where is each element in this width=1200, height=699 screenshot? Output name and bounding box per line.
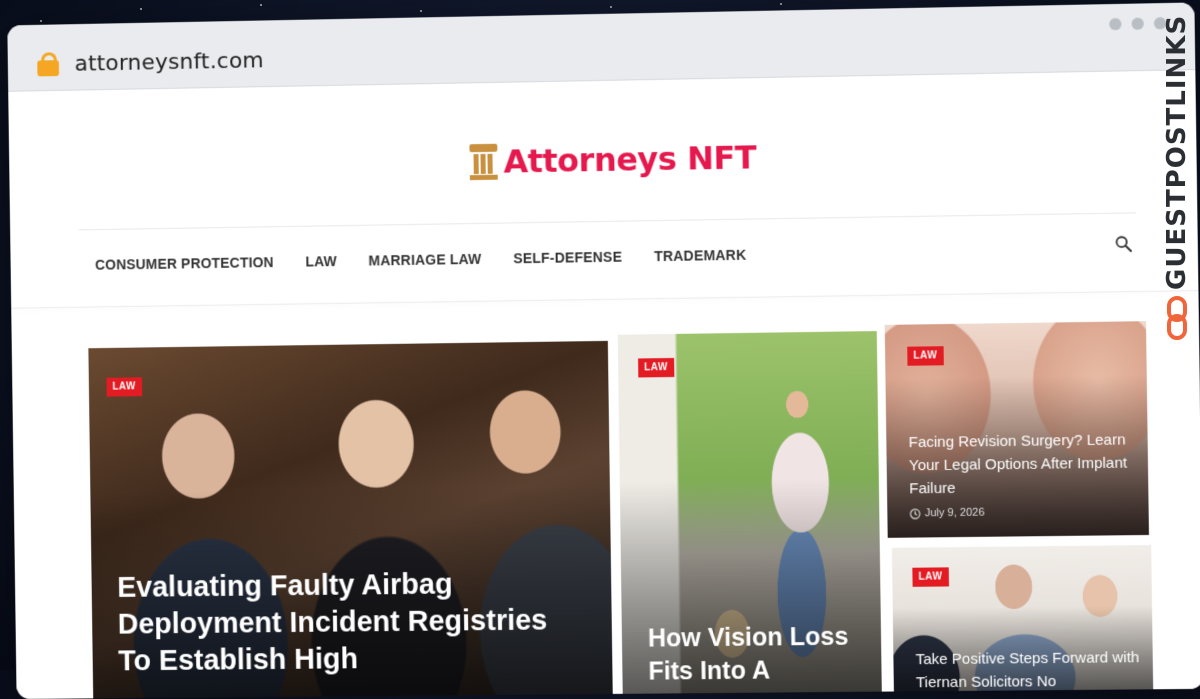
- pillar-icon: [469, 144, 497, 180]
- logo-text: Attorneys NFT: [503, 138, 756, 180]
- nav-item-self-defense[interactable]: SELF-DEFENSE: [513, 249, 622, 267]
- category-badge[interactable]: LAW: [907, 346, 943, 366]
- article-title[interactable]: Take Positive Steps Forward with Tiernan…: [915, 646, 1145, 694]
- category-badge[interactable]: LAW: [638, 358, 674, 378]
- article-title[interactable]: Facing Revision Surgery? Learn Your Lega…: [908, 428, 1134, 500]
- article-card[interactable]: LAW Facing Revision Surgery? Learn Your …: [885, 321, 1149, 538]
- featured-article-card[interactable]: LAW Evaluating Faulty Airbag Deployment …: [88, 341, 612, 699]
- browser-window: attorneysnft.com Attorneys NFT CONSUMER …: [7, 2, 1200, 699]
- window-dot-icon[interactable]: [1132, 18, 1144, 30]
- site-logo[interactable]: Attorneys NFT: [469, 138, 756, 181]
- link-chain-icon: [1166, 296, 1188, 340]
- nav-item-trademark[interactable]: TRADEMARK: [654, 247, 746, 264]
- watermark-text: GUESTPOSTLINKS: [1162, 15, 1192, 290]
- window-dot-icon[interactable]: [1109, 18, 1121, 30]
- article-title[interactable]: How Vision Loss Fits Into A: [648, 620, 870, 688]
- main-nav: CONSUMER PROTECTION LAW MARRIAGE LAW SEL…: [95, 247, 746, 273]
- article-title[interactable]: Evaluating Faulty Airbag Deployment Inci…: [117, 565, 584, 680]
- header-divider: [79, 212, 1136, 230]
- article-card[interactable]: LAW Take Positive Steps Forward with Tie…: [892, 545, 1153, 699]
- nav-item-law[interactable]: LAW: [305, 253, 337, 269]
- nav-item-marriage-law[interactable]: MARRIAGE LAW: [368, 251, 481, 269]
- category-badge[interactable]: LAW: [912, 567, 948, 586]
- article-date: July 9, 2026: [925, 507, 985, 520]
- article-card[interactable]: LAW How Vision Loss Fits Into A: [618, 331, 882, 699]
- clock-icon: [909, 508, 920, 519]
- search-icon[interactable]: [1114, 235, 1133, 253]
- nav-item-consumer-protection[interactable]: CONSUMER PROTECTION: [95, 254, 274, 273]
- article-meta: July 9, 2026: [909, 507, 984, 520]
- category-badge[interactable]: LAW: [106, 377, 141, 396]
- watermark: GUESTPOSTLINKS: [1156, 40, 1200, 360]
- address-bar[interactable]: attorneysnft.com: [74, 48, 264, 76]
- nav-divider: [11, 290, 1198, 309]
- window-controls: [1109, 17, 1166, 30]
- lock-icon: [37, 52, 59, 72]
- web-page: Attorneys NFT CONSUMER PROTECTION LAW MA…: [8, 70, 1200, 699]
